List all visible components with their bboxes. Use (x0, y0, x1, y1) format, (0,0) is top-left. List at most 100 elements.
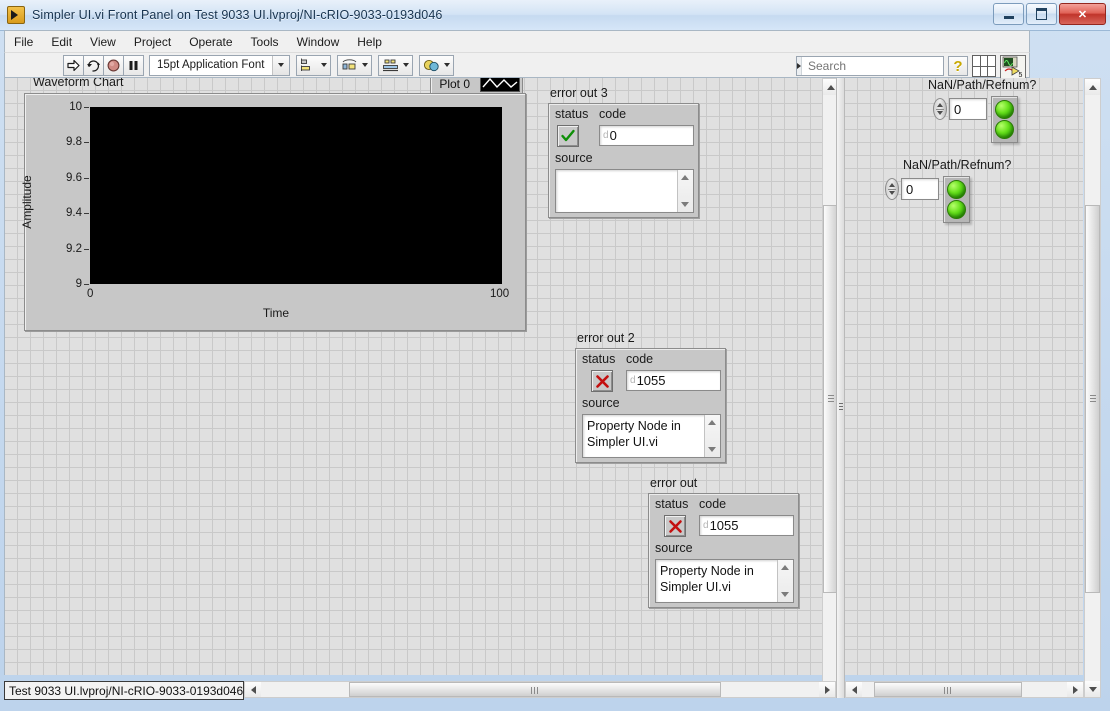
numeric-stepper[interactable] (933, 98, 947, 120)
led-indicator-2[interactable] (995, 120, 1014, 139)
menu-item-view[interactable]: View (81, 32, 125, 52)
left-panel-horizontal-scrollbar[interactable] (244, 681, 836, 698)
front-panel-canvas-right[interactable]: NaN/Path/Refnum? 0 NaN/Path/Refnum? 0 (845, 78, 1083, 675)
source-field[interactable]: Property Node in Simpler UI.vi (655, 559, 794, 603)
abort-execution-icon[interactable] (103, 54, 124, 76)
close-button[interactable]: ✕ (1059, 3, 1106, 25)
menu-item-edit[interactable]: Edit (42, 32, 81, 52)
error-cluster-caption: error out (650, 476, 698, 490)
source-scrollbar[interactable] (777, 560, 793, 602)
right-panel-horizontal-scrollbar[interactable] (845, 681, 1084, 698)
code-field[interactable]: d 0 (599, 125, 694, 146)
y-tick-9.4: 9.4 (66, 207, 82, 219)
status-indicator[interactable] (557, 125, 579, 147)
resize-objects-icon[interactable] (378, 54, 414, 76)
font-selector[interactable]: 15pt Application Font (149, 54, 291, 76)
status-indicator[interactable] (591, 370, 613, 392)
green-check-icon (561, 129, 575, 142)
source-scrollbar[interactable] (704, 415, 720, 457)
y-axis: 10 9.8 9.6 9.4 9.2 9 (25, 94, 90, 290)
menu-item-operate[interactable]: Operate (180, 32, 241, 52)
numeric-value-field[interactable]: 0 (901, 178, 939, 200)
menu-item-tools[interactable]: Tools (242, 32, 288, 52)
code-value: 0 (609, 128, 617, 143)
scroll-thumb[interactable] (1085, 205, 1100, 593)
scroll-right-button[interactable] (819, 682, 835, 697)
run-continuously-icon[interactable] (83, 54, 104, 76)
status-label: status (655, 497, 689, 511)
source-label: source (655, 541, 693, 555)
minimize-button[interactable] (993, 3, 1024, 25)
legend-entry-plot0: Plot 0 (439, 78, 470, 91)
labview-vi-icon (7, 6, 25, 24)
source-label: source (582, 396, 620, 410)
waveform-chart[interactable]: Waveform Chart Plot 0 10 9.8 9.6 9.4 9.2… (20, 78, 526, 331)
search-box[interactable] (796, 56, 965, 76)
led-array[interactable] (991, 96, 1018, 143)
source-field[interactable] (555, 169, 694, 213)
error-cluster-error-out-2[interactable]: error out 2 status code d 1055 source Pr… (575, 331, 726, 463)
status-indicator[interactable] (664, 515, 686, 537)
error-cluster-caption: error out 3 (550, 86, 608, 100)
x-tick-0: 0 (87, 288, 94, 300)
led-indicator-1[interactable] (995, 100, 1014, 119)
run-arrow-icon[interactable] (63, 54, 84, 76)
front-panel-canvas-left[interactable]: Waveform Chart Plot 0 10 9.8 9.6 9.4 9.2… (4, 78, 822, 675)
scroll-down-button[interactable] (1085, 681, 1100, 697)
toolbar: 15pt Application Font Search ? 5 (4, 52, 1030, 79)
led-array[interactable] (943, 176, 970, 223)
pause-icon[interactable] (123, 54, 144, 76)
led-indicator-2[interactable] (947, 200, 966, 219)
source-value: Property Node in Simpler UI.vi (587, 419, 681, 449)
scroll-left-button[interactable] (846, 682, 862, 697)
distribute-objects-icon[interactable] (337, 54, 373, 76)
reorder-objects-icon[interactable] (419, 54, 455, 76)
chart-legend[interactable]: Plot 0 (430, 78, 523, 94)
menu-item-window[interactable]: Window (288, 32, 349, 52)
scroll-left-button[interactable] (245, 682, 261, 697)
vi-panel-icon[interactable]: 5 (1000, 55, 1026, 79)
menu-item-project[interactable]: Project (125, 32, 180, 52)
code-radix: d (703, 520, 709, 531)
error-cluster-body: status code d 1055 source Property Node … (648, 493, 799, 608)
numeric-value-field[interactable]: 0 (949, 98, 987, 120)
error-cluster-error-out-3[interactable]: error out 3 status code d 0 source (548, 86, 699, 218)
panel-splitter[interactable] (836, 78, 845, 698)
error-cluster-caption: error out 2 (577, 331, 635, 345)
code-field[interactable]: d 1055 (626, 370, 721, 391)
menu-item-help[interactable]: Help (348, 32, 391, 52)
context-help-icon[interactable]: ? (948, 56, 968, 76)
maximize-button[interactable] (1026, 3, 1057, 25)
error-cluster-error-out[interactable]: error out status code d 1055 source Prop… (648, 476, 799, 608)
code-label: code (699, 497, 727, 511)
search-input[interactable] (802, 58, 965, 74)
font-selector-value: 15pt Application Font (157, 59, 265, 71)
scroll-up-button[interactable] (1085, 79, 1100, 95)
window-grid-icon[interactable] (972, 55, 996, 77)
legend-plot-style-icon[interactable] (480, 78, 520, 92)
menu-item-file[interactable]: File (5, 32, 42, 52)
window-title: Simpler UI.vi Front Panel on Test 9033 U… (32, 8, 443, 22)
chart-plot-area[interactable] (90, 107, 502, 284)
x-tick-100: 100 (490, 288, 510, 300)
code-label: code (626, 352, 654, 366)
numeric-stepper[interactable] (885, 178, 899, 200)
led-indicator-1[interactable] (947, 180, 966, 199)
run-controls-group (63, 54, 144, 76)
error-cluster-body: status code d 1055 source Property Node … (575, 348, 726, 463)
source-field[interactable]: Property Node in Simpler UI.vi (582, 414, 721, 458)
source-scrollbar[interactable] (677, 170, 693, 212)
y-tick-9.6: 9.6 (66, 172, 82, 184)
y-axis-label: Amplitude (20, 175, 34, 229)
y-tick-9.8: 9.8 (66, 136, 82, 148)
right-panel-vertical-scrollbar[interactable] (1084, 78, 1101, 698)
red-x-icon (668, 519, 682, 533)
code-field[interactable]: d 1055 (699, 515, 794, 536)
scroll-thumb[interactable] (874, 682, 1022, 697)
font-selector-chevron-down-icon[interactable] (272, 55, 290, 75)
scroll-thumb[interactable] (349, 682, 721, 697)
status-bar-target: Test 9033 UI.lvproj/NI-cRIO-9033-0193d04… (4, 681, 244, 700)
code-radix: d (630, 375, 636, 386)
align-objects-icon[interactable] (296, 54, 332, 76)
scroll-right-button[interactable] (1067, 682, 1083, 697)
